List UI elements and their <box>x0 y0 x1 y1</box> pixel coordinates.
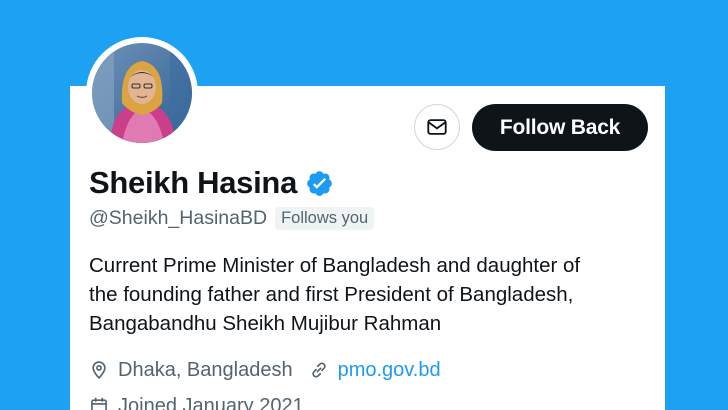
location-pin-icon <box>92 361 106 380</box>
link-icon <box>311 362 326 378</box>
bio-line: Current Prime Minister of Bangladesh and… <box>89 254 581 277</box>
name-row: Sheikh Hasina <box>89 162 334 204</box>
location-text: Dhaka, Bangladesh <box>118 358 293 381</box>
user-handle: @Sheikh_HasinaBD <box>89 206 268 229</box>
message-button[interactable] <box>414 104 460 150</box>
bio: Current Prime Minister of Bangladesh and… <box>89 251 659 338</box>
follow-back-button[interactable]: Follow Back <box>472 104 648 151</box>
bio-line: Bangabandhu Sheikh Mujibur Rahman <box>89 312 442 335</box>
display-name: Sheikh Hasina <box>89 165 298 200</box>
envelope-icon <box>427 119 447 135</box>
joined-date-row: Joined January 2021 <box>89 392 304 410</box>
profile-meta: Dhaka, Bangladesh pmo.gov.bd <box>89 356 441 384</box>
website-link[interactable]: pmo.gov.bd <box>338 359 441 382</box>
follows-you-badge: Follows you <box>275 206 375 230</box>
avatar[interactable] <box>92 43 192 143</box>
bio-line: the founding father and first President … <box>89 283 574 306</box>
avatar-photo <box>92 43 192 143</box>
calendar-icon <box>91 397 107 410</box>
handle-row: @Sheikh_HasinaBD Follows you <box>89 205 375 231</box>
joined-text: Joined January 2021 <box>118 394 304 410</box>
verified-badge-icon[interactable] <box>305 169 334 198</box>
